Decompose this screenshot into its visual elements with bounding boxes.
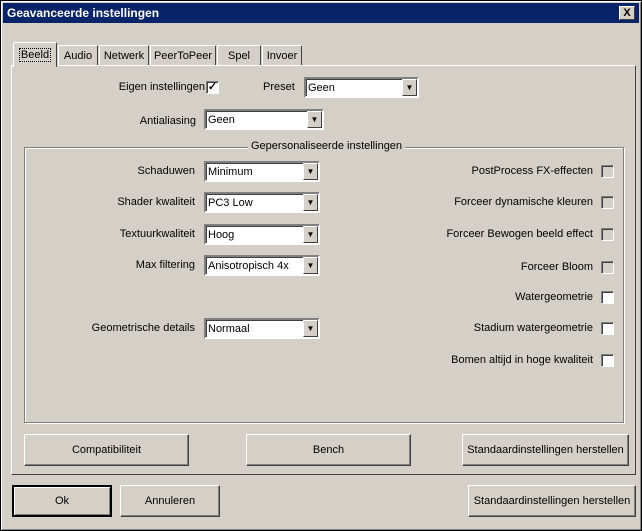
max-filtering-value: Anisotropisch 4x: [208, 259, 289, 272]
close-icon: X: [623, 6, 631, 19]
reset-tab-defaults-button[interactable]: Standaardinstellingen herstellen: [462, 434, 629, 466]
shadows-value: Minimum: [208, 165, 253, 178]
own-settings-label: Eigen instellingen: [118, 81, 205, 93]
postprocess-fx-checkbox[interactable]: [601, 165, 614, 178]
texture-quality-label: Textuurkwaliteit: [119, 228, 195, 240]
trees-high-quality-checkbox[interactable]: [601, 354, 614, 367]
water-geometry-checkbox[interactable]: [601, 291, 614, 304]
tab-netwerk[interactable]: Netwerk: [99, 45, 149, 66]
checkmark-icon: ✓: [207, 81, 218, 93]
shader-quality-value: PC3 Low: [208, 196, 253, 209]
max-filtering-label: Max filtering: [135, 259, 195, 271]
tab-peertopeer[interactable]: PeerToPeer: [150, 45, 216, 66]
chevron-down-icon: ▼: [303, 226, 318, 243]
antialiasing-dropdown[interactable]: Geen ▼: [204, 109, 324, 130]
motion-blur-label: Forceer Bewogen beeld effect: [446, 228, 593, 240]
trees-high-quality-label: Bomen altijd in hoge kwaliteit: [451, 354, 593, 366]
geometric-details-dropdown[interactable]: Normaal ▼: [204, 318, 320, 339]
ok-button[interactable]: Ok: [12, 485, 112, 517]
stadium-water-label: Stadium watergeometrie: [473, 322, 593, 334]
chevron-down-icon: ▼: [303, 163, 318, 180]
preset-dropdown[interactable]: Geen ▼: [304, 77, 419, 98]
close-button[interactable]: X: [619, 6, 635, 20]
cancel-button[interactable]: Annuleren: [120, 485, 220, 517]
tab-beeld[interactable]: Beeld: [13, 42, 57, 67]
custom-settings-title: Gepersonaliseerde instellingen: [248, 140, 406, 152]
title-bar[interactable]: Geavanceerde instellingen X: [3, 3, 639, 23]
dynamic-colors-checkbox[interactable]: [601, 196, 614, 209]
shader-quality-label: Shader kwaliteit: [117, 196, 195, 208]
texture-quality-value: Hoog: [208, 228, 235, 241]
preset-label: Preset: [263, 81, 295, 93]
water-geometry-label: Watergeometrie: [515, 291, 593, 303]
stadium-water-checkbox[interactable]: [601, 322, 614, 335]
tab-panel-beeld: Eigen instellingen ✓ Preset Geen ▼ Antia…: [11, 65, 636, 475]
custom-settings-group: Gepersonaliseerde instellingen Schaduwen…: [24, 140, 624, 423]
dynamic-colors-label: Forceer dynamische kleuren: [454, 196, 593, 208]
geometric-details-value: Normaal: [208, 322, 250, 335]
bloom-checkbox[interactable]: [601, 261, 614, 274]
window-title: Geavanceerde instellingen: [7, 6, 160, 20]
geometric-details-label: Geometrische details: [91, 322, 195, 334]
postprocess-fx-label: PostProcess FX-effecten: [471, 165, 593, 177]
max-filtering-dropdown[interactable]: Anisotropisch 4x ▼: [204, 255, 320, 276]
chevron-down-icon: ▼: [402, 79, 417, 96]
chevron-down-icon: ▼: [307, 111, 322, 128]
antialiasing-label: Antialiasing: [139, 115, 196, 127]
chevron-down-icon: ▼: [303, 257, 318, 274]
bloom-label: Forceer Bloom: [520, 261, 593, 273]
own-settings-checkbox[interactable]: ✓: [206, 81, 219, 94]
reset-all-defaults-button[interactable]: Standaardinstellingen herstellen: [468, 485, 636, 517]
antialiasing-value: Geen: [208, 113, 235, 126]
chevron-down-icon: ▼: [303, 194, 318, 211]
shader-quality-dropdown[interactable]: PC3 Low ▼: [204, 192, 320, 213]
motion-blur-checkbox[interactable]: [601, 228, 614, 241]
texture-quality-dropdown[interactable]: Hoog ▼: [204, 224, 320, 245]
bench-button[interactable]: Bench: [246, 434, 411, 466]
chevron-down-icon: ▼: [303, 320, 318, 337]
tab-audio[interactable]: Audio: [58, 45, 98, 66]
shadows-dropdown[interactable]: Minimum ▼: [204, 161, 320, 182]
settings-dialog: Geavanceerde instellingen X Beeld Audio …: [0, 0, 642, 531]
tab-spel[interactable]: Spel: [217, 45, 261, 66]
compatibility-button[interactable]: Compatibiliteit: [24, 434, 189, 466]
shadows-label: Schaduwen: [137, 165, 196, 177]
preset-value: Geen: [308, 81, 335, 94]
tab-invoer[interactable]: Invoer: [262, 45, 302, 66]
